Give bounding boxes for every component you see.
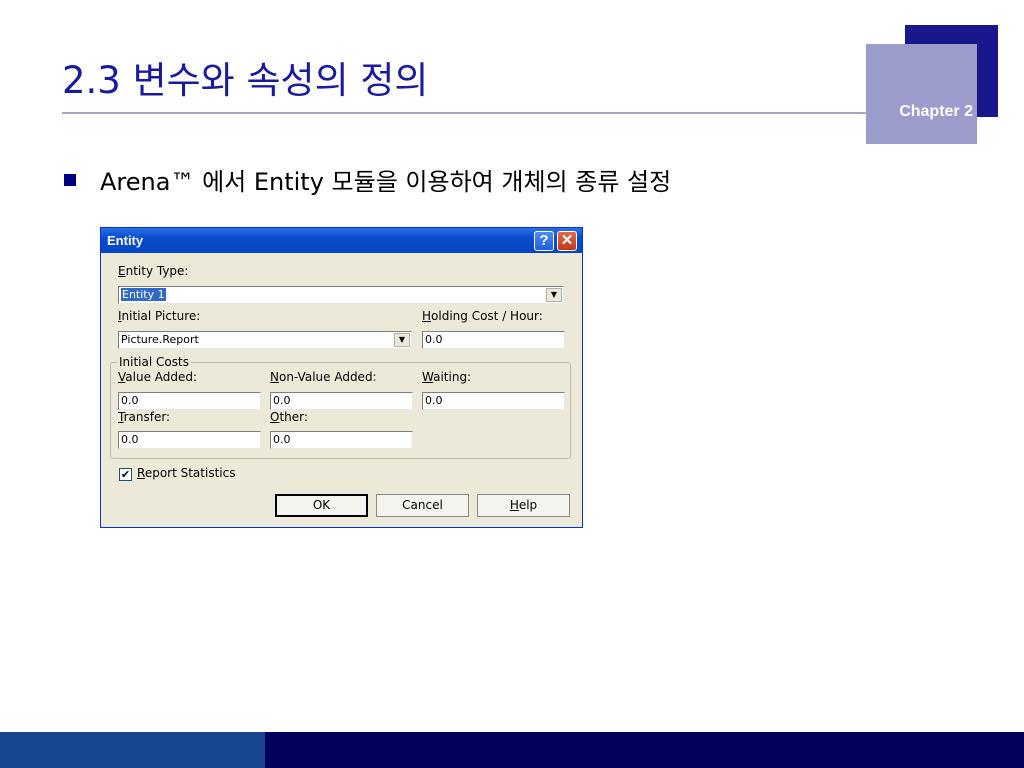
dialog-titlebar[interactable]: Entity ? ✕ — [101, 228, 582, 253]
chevron-down-icon[interactable]: ▼ — [394, 333, 410, 347]
waiting-label: Waiting: — [422, 370, 472, 384]
footer-bar-right — [265, 732, 1024, 768]
help-button[interactable]: Help — [477, 494, 570, 517]
entity-type-combo[interactable]: Entity 1 ▼ — [118, 286, 564, 304]
bullet-square-icon — [64, 174, 76, 186]
initial-picture-combo[interactable]: Picture.Report ▼ — [118, 331, 412, 349]
help-icon[interactable]: ? — [534, 231, 554, 251]
bullet-text: Arena™ 에서 Entity 모듈을 이용하여 개체의 종류 설정 — [100, 168, 672, 196]
holding-cost-input[interactable]: 0.0 — [422, 331, 565, 349]
chevron-down-icon[interactable]: ▼ — [546, 288, 562, 302]
initial-costs-title: Initial Costs — [117, 355, 191, 369]
other-label: Other: — [270, 410, 308, 424]
non-value-added-input[interactable]: 0.0 — [270, 392, 413, 410]
waiting-input[interactable]: 0.0 — [422, 392, 565, 410]
entity-type-value: Entity 1 — [121, 288, 166, 301]
report-statistics-label[interactable]: Report Statistics — [137, 466, 235, 480]
value-added-label: Value Added: — [118, 370, 198, 384]
footer-bar-left — [0, 732, 265, 768]
transfer-input[interactable]: 0.0 — [118, 431, 261, 449]
entity-type-label: Entity Type: — [118, 264, 189, 278]
entity-dialog: Entity ? ✕ Entity Type: Entity 1 ▼ Initi… — [100, 227, 583, 528]
holding-cost-label: Holding Cost / Hour: — [422, 309, 543, 323]
title-underline — [62, 112, 867, 114]
chapter-box-front — [866, 44, 977, 144]
cancel-button[interactable]: Cancel — [376, 494, 469, 517]
ok-button[interactable]: OK — [275, 494, 368, 517]
initial-picture-value: Picture.Report — [121, 333, 199, 346]
chapter-label: Chapter 2 — [899, 103, 973, 120]
value-added-input[interactable]: 0.0 — [118, 392, 261, 410]
other-input[interactable]: 0.0 — [270, 431, 413, 449]
slide-title: 2.3 변수와 속성의 정의 — [62, 59, 429, 102]
non-value-added-label: Non-Value Added: — [270, 370, 377, 384]
transfer-label: Transfer: — [118, 410, 171, 424]
dialog-title: Entity — [107, 233, 144, 248]
close-icon[interactable]: ✕ — [557, 231, 577, 251]
initial-picture-label: Initial Picture: — [118, 309, 201, 323]
report-statistics-checkbox[interactable]: ✔ — [119, 468, 132, 481]
